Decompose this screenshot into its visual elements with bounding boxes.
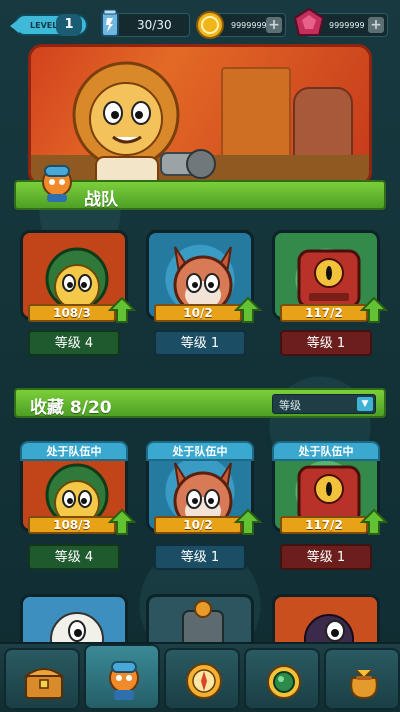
- level-up-arrow-icon[interactable]: [234, 508, 262, 536]
- coin-value: 9999999: [231, 21, 267, 30]
- team-section-title: 战队: [84, 190, 118, 210]
- card-art: [146, 594, 254, 642]
- in-team-badge: 处于队伍中: [20, 441, 128, 461]
- treasure-chest-icon: [23, 668, 65, 699]
- nav-team-button[interactable]: [84, 644, 160, 710]
- locker-decoration: [221, 67, 291, 167]
- nav-shop-button[interactable]: [244, 648, 320, 710]
- card-art: [20, 594, 128, 642]
- chicken-creature-illustration: [50, 612, 104, 642]
- top-bar: LEVEL 1 30/30 9999999 + 9999999 +: [0, 0, 400, 50]
- add-gems-button[interactable]: +: [368, 17, 384, 33]
- collection-section-title: 收藏 8/20: [30, 398, 112, 418]
- team-card-3[interactable]: 117/2 等级 1: [272, 230, 388, 360]
- add-coins-button[interactable]: +: [266, 17, 282, 33]
- level-value: 1: [56, 14, 82, 36]
- team-mascot-icon: [42, 165, 72, 202]
- card-progress-bar: 117/2: [280, 516, 368, 534]
- gem-value: 9999999: [329, 21, 365, 30]
- collection-card-4[interactable]: [20, 594, 128, 642]
- collection-card-1[interactable]: 处于队伍中 108/3 等级 4: [20, 441, 136, 582]
- team-icon: [109, 661, 139, 700]
- collection-card-5[interactable]: [146, 594, 254, 642]
- gem-icon: [293, 7, 325, 36]
- card-level-label: 等级 1: [154, 330, 246, 356]
- level-up-arrow-icon[interactable]: [108, 296, 136, 324]
- card-progress-bar: 10/2: [154, 304, 242, 322]
- card-level-label: 等级 4: [28, 330, 120, 356]
- level-up-arrow-icon[interactable]: [360, 296, 388, 324]
- collection-card-6[interactable]: [272, 594, 380, 642]
- team-card-2[interactable]: 10/2 等级 1: [146, 230, 262, 360]
- in-team-badge: 处于队伍中: [272, 441, 380, 461]
- energy-can-icon: [101, 9, 119, 37]
- team-card-1[interactable]: 108/3 等级 4: [20, 230, 136, 360]
- robot-knight-illustration: [182, 600, 224, 642]
- card-progress-bar: 10/2: [154, 516, 242, 534]
- level-arrow-icon: [10, 19, 19, 33]
- compass-icon: [186, 663, 222, 699]
- collection-section-header: 收藏 8/20 等级 ▼: [14, 388, 386, 418]
- level-up-arrow-icon[interactable]: [234, 296, 262, 324]
- energy-value: 30/30: [137, 18, 172, 32]
- nav-bag-button[interactable]: [324, 648, 400, 710]
- level-up-arrow-icon[interactable]: [108, 508, 136, 536]
- sort-dropdown-value: 等级: [279, 399, 301, 412]
- gem-ring-icon: [267, 665, 301, 699]
- level-label: LEVEL: [30, 20, 58, 30]
- card-level-label: 等级 4: [28, 544, 120, 570]
- bottom-navigation: [0, 642, 400, 712]
- player-level-badge[interactable]: LEVEL 1: [10, 14, 88, 36]
- nav-treasure-button[interactable]: [4, 648, 80, 710]
- team-section-header: 战队: [14, 165, 386, 210]
- card-level-label: 等级 1: [154, 544, 246, 570]
- collection-card-2[interactable]: 处于队伍中 10/2 等级 1: [146, 441, 262, 582]
- chevron-down-icon: ▼: [357, 397, 373, 411]
- card-level-label: 等级 1: [280, 330, 372, 356]
- sort-dropdown[interactable]: 等级 ▼: [272, 394, 376, 414]
- card-progress-bar: 108/3: [28, 516, 116, 534]
- collection-card-3[interactable]: 处于队伍中 117/2 等级 1: [272, 441, 388, 582]
- card-art: [272, 594, 380, 642]
- coin-icon: [196, 11, 224, 39]
- loot-bag-icon: [350, 669, 378, 700]
- owl-creature-illustration: [304, 614, 354, 642]
- team-leader-banner[interactable]: [28, 44, 372, 186]
- card-level-label: 等级 1: [280, 544, 372, 570]
- nav-map-button[interactable]: [164, 648, 240, 710]
- card-progress-bar: 117/2: [280, 304, 368, 322]
- level-up-arrow-icon[interactable]: [360, 508, 388, 536]
- card-progress-bar: 108/3: [28, 304, 116, 322]
- in-team-badge: 处于队伍中: [146, 441, 254, 461]
